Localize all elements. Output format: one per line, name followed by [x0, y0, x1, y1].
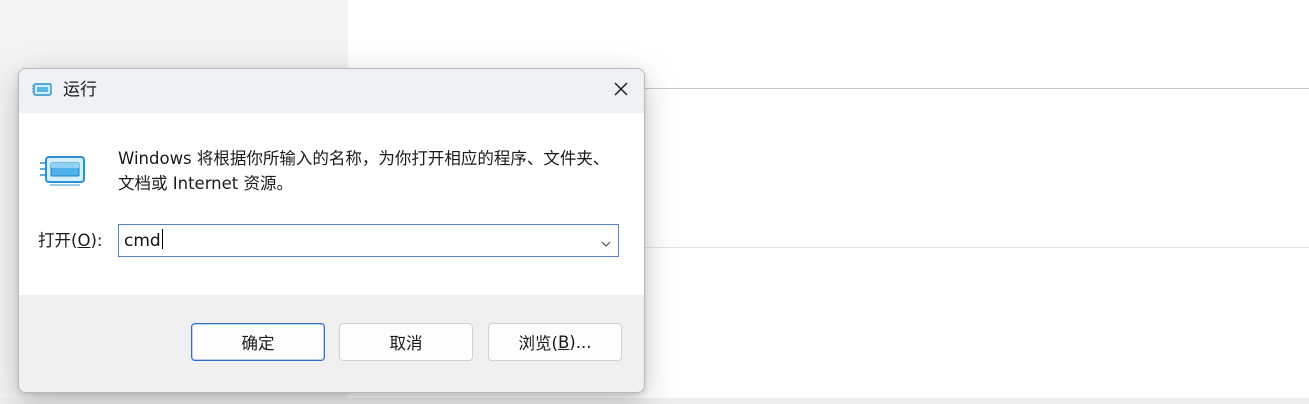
command-input-value[interactable]: cmd	[124, 229, 163, 253]
background-bottom-strip	[0, 398, 1309, 404]
dialog-content: Windows 将根据你所输入的名称，为你打开相应的程序、文件夹、文档或 Int…	[19, 113, 644, 295]
ok-button[interactable]: 确定	[191, 323, 325, 361]
run-app-icon	[40, 153, 86, 189]
open-label: 打开(O):	[38, 231, 103, 250]
chevron-down-icon[interactable]	[600, 235, 612, 247]
cancel-button[interactable]: 取消	[339, 323, 473, 361]
browse-button[interactable]: 浏览(B)...	[488, 323, 622, 361]
command-input[interactable]: cmd	[118, 224, 619, 257]
close-icon	[613, 81, 629, 101]
run-dialog: 运行 Windows 将根据你所输入的名称，为你打开相应的程序、文件夹、文档或 …	[18, 68, 645, 393]
close-button[interactable]	[598, 69, 644, 113]
text-caret	[161, 229, 163, 249]
dialog-title: 运行	[63, 80, 97, 100]
dialog-footer: 确定 取消 浏览(B)...	[19, 295, 644, 392]
background-divider	[640, 247, 1309, 248]
run-app-icon	[32, 81, 52, 99]
title-bar[interactable]: 运行	[19, 69, 644, 113]
dialog-description: Windows 将根据你所输入的名称，为你打开相应的程序、文件夹、文档或 Int…	[118, 149, 610, 193]
